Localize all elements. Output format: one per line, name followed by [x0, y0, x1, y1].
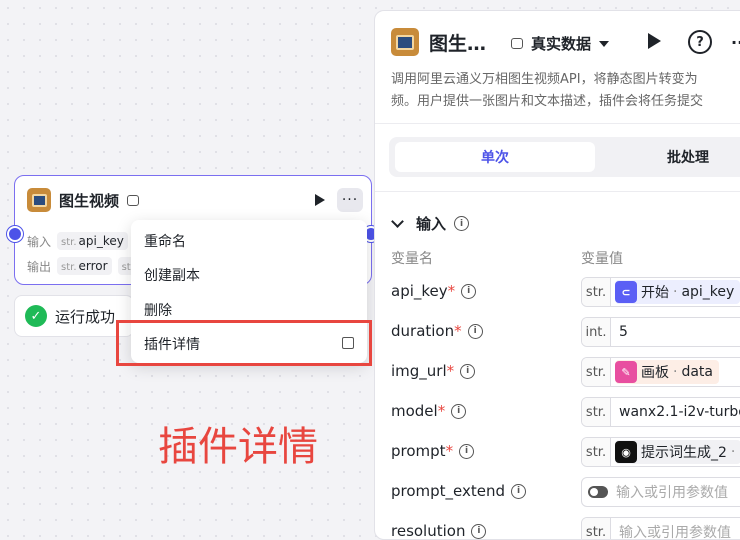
param-name: resolution i [391, 522, 487, 539]
column-header-value: 变量值 [581, 251, 623, 267]
param-row: img_url * i str. ✎ 画板 · data [391, 357, 740, 387]
variable-reference: ✎ 画板 · data [615, 360, 719, 384]
info-icon: i [471, 523, 487, 539]
highlight-box [116, 320, 372, 366]
param-value-field[interactable]: str. 输入或引用参数值 [581, 517, 740, 539]
param-name: prompt_extend i [391, 482, 527, 500]
node-detail-panel: 图生… 真实数据 ? ··· 调用阿里云通义万相图生视频API，将静态图片转变为… [374, 10, 740, 540]
param-value-field[interactable]: int. 5 [581, 317, 740, 347]
help-icon[interactable]: ? [688, 30, 712, 54]
data-mode-label: 真实数据 [531, 35, 592, 53]
param-value-field[interactable]: str. ⊂ 开始 · api_key [581, 277, 740, 307]
database-icon [127, 194, 140, 206]
node-actions: ··· [315, 188, 363, 212]
output-label: 输出 [27, 259, 52, 274]
param-value-field[interactable]: str. ◉ 提示词生成_2 · [581, 437, 740, 467]
variable-reference: ◉ 提示词生成_2 · [615, 440, 740, 464]
input-section-header[interactable]: 输入 i [391, 213, 470, 234]
output-tag: str. error [57, 257, 112, 275]
param-row: resolution i str. 输入或引用参数值 [391, 517, 740, 539]
toggle-icon[interactable] [588, 486, 608, 498]
node-input-row: 输入 str. api_key [27, 232, 128, 250]
run-node-button[interactable] [315, 194, 325, 206]
run-button[interactable] [648, 33, 661, 49]
param-row: duration * i int. 5 [391, 317, 740, 347]
panel-title: 图生… [429, 32, 487, 55]
info-icon: i [461, 283, 477, 299]
annotation-label: 插件详情 [158, 424, 318, 470]
info-icon: i [460, 363, 476, 379]
check-icon: ✓ [25, 305, 47, 327]
database-icon [511, 38, 523, 49]
more-button[interactable]: ··· [337, 188, 363, 212]
plugin-icon [391, 28, 419, 56]
canvas-node-icon: ✎ [615, 361, 637, 383]
column-header-name: 变量名 [391, 251, 433, 267]
menu-item-delete[interactable]: 删除 [144, 300, 172, 320]
info-icon: i [451, 403, 467, 419]
param-name: img_url * i [391, 362, 476, 380]
panel-header: 图生… [391, 28, 486, 56]
tab-batch[interactable]: 批处理 [667, 142, 709, 172]
info-icon: i [454, 216, 470, 231]
param-name: api_key * i [391, 282, 477, 300]
param-name: model * i [391, 402, 467, 420]
panel-more-button[interactable]: ··· [731, 33, 740, 52]
info-icon: i [459, 443, 475, 459]
input-tag: str. api_key [57, 232, 128, 250]
chevron-down-icon [391, 215, 404, 228]
divider [375, 123, 740, 124]
panel-description: 调用阿里云通义万相图生视频API，将静态图片转变为 频。用户提供一张图片和文本描… [391, 72, 704, 109]
menu-item-rename[interactable]: 重命名 [144, 231, 186, 251]
param-row: model * i str. wanx2.1-i2v-turbo [391, 397, 740, 427]
param-value-field[interactable]: 输入或引用参数值 [581, 477, 740, 507]
node-output-row: 输出 str. error str. [27, 257, 144, 275]
variable-reference: ⊂ 开始 · api_key [615, 280, 740, 304]
start-node-icon: ⊂ [615, 281, 637, 303]
menu-item-duplicate[interactable]: 创建副本 [144, 265, 200, 285]
run-status-label: 运行成功 [55, 307, 116, 326]
param-row: prompt_extend i 输入或引用参数值 [391, 477, 740, 507]
param-value-field[interactable]: str. wanx2.1-i2v-turbo [581, 397, 740, 427]
plugin-icon [27, 188, 51, 212]
param-row: api_key * i str. ⊂ 开始 · api_key [391, 277, 740, 307]
info-icon: i [467, 323, 483, 339]
llm-node-icon: ◉ [615, 441, 637, 463]
tab-single[interactable]: 单次 [395, 142, 595, 172]
node-title: 图生视频 [59, 191, 120, 210]
param-row: prompt * i str. ◉ 提示词生成_2 · [391, 437, 740, 467]
node-header: 图生视频 [27, 188, 140, 212]
info-icon: i [511, 483, 527, 499]
input-label: 输入 [27, 234, 52, 249]
data-mode-select[interactable]: 真实数据 [511, 33, 610, 54]
caret-down-icon [599, 40, 610, 47]
input-port[interactable] [7, 226, 23, 242]
param-name: duration * i [391, 322, 483, 340]
mode-tabs: 单次 批处理 [389, 137, 740, 177]
section-title: 输入 [416, 215, 447, 233]
param-value-field[interactable]: str. ✎ 画板 · data [581, 357, 740, 387]
param-name: prompt * i [391, 442, 475, 460]
divider [375, 191, 740, 192]
